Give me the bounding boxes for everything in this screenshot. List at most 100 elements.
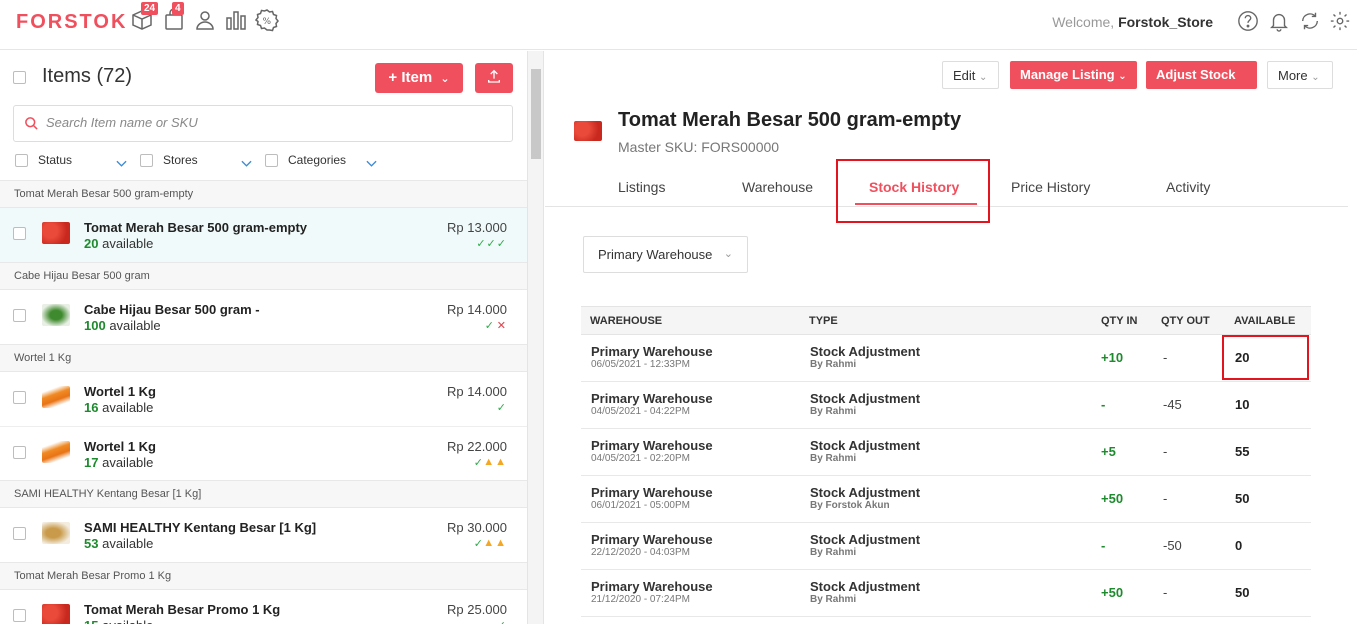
row-qty-in: +50 bbox=[1101, 491, 1124, 506]
item-name[interactable]: Wortel 1 Kg bbox=[84, 439, 156, 454]
row-qty-in: +10 bbox=[1101, 350, 1124, 365]
gear-icon[interactable] bbox=[1329, 10, 1351, 32]
upload-icon bbox=[488, 69, 500, 83]
row-qty-in: +5 bbox=[1101, 444, 1116, 459]
status-filter[interactable]: Status bbox=[38, 153, 72, 167]
chart-icon[interactable] bbox=[224, 8, 250, 34]
stores-filter-checkbox[interactable] bbox=[140, 154, 153, 167]
table-row: Primary Warehouse 04/05/2021 - 04:22PM S… bbox=[581, 382, 1311, 429]
item-name[interactable]: SAMI HEALTHY Kentang Besar [1 Kg] bbox=[84, 520, 316, 535]
item-checkbox[interactable] bbox=[13, 527, 26, 540]
group-header: Tomat Merah Besar 500 gram-empty bbox=[0, 180, 527, 208]
help-icon[interactable] bbox=[1237, 10, 1259, 32]
group-header: SAMI HEALTHY Kentang Besar [1 Kg] bbox=[0, 480, 527, 508]
chevron-down-icon[interactable] bbox=[241, 155, 252, 173]
row-qty-out: - bbox=[1163, 585, 1168, 600]
add-item-button[interactable]: + Item ⌄ bbox=[375, 63, 463, 93]
item-price: Rp 22.000 bbox=[447, 439, 507, 454]
list-item[interactable]: Tomat Merah Besar Promo 1 Kg 15 availabl… bbox=[0, 590, 527, 624]
list-item[interactable]: SAMI HEALTHY Kentang Besar [1 Kg] 53 ava… bbox=[0, 508, 527, 562]
item-checkbox[interactable] bbox=[13, 227, 26, 240]
categories-filter-checkbox[interactable] bbox=[265, 154, 278, 167]
col-type: TYPE bbox=[809, 315, 838, 327]
row-qty-out: - bbox=[1163, 491, 1168, 506]
row-available: 50 bbox=[1235, 491, 1250, 506]
item-name[interactable]: Wortel 1 Kg bbox=[84, 384, 156, 399]
manage-listing-button[interactable]: Manage Listing ⌄ bbox=[1010, 61, 1137, 89]
welcome-user[interactable]: Forstok_Store bbox=[1118, 14, 1213, 30]
sync-icon[interactable] bbox=[1299, 10, 1321, 32]
col-qty-out: QTY OUT bbox=[1161, 315, 1210, 327]
item-name[interactable]: Tomat Merah Besar Promo 1 Kg bbox=[84, 602, 280, 617]
item-checkbox[interactable] bbox=[13, 309, 26, 322]
bell-icon[interactable] bbox=[1268, 10, 1290, 32]
chevron-down-icon[interactable] bbox=[116, 155, 127, 173]
list-item[interactable]: Tomat Merah Besar 500 gram-empty 20 avai… bbox=[0, 208, 527, 262]
items-scrollbar[interactable] bbox=[528, 51, 544, 624]
highlight-box-available bbox=[1222, 335, 1309, 380]
item-price: Rp 30.000 bbox=[447, 520, 507, 535]
bag-icon[interactable]: 4 bbox=[162, 2, 188, 34]
welcome-prefix: Welcome, bbox=[1052, 14, 1115, 30]
row-qty-in: +50 bbox=[1101, 585, 1124, 600]
chevron-down-icon: ⌄ bbox=[1118, 71, 1127, 82]
item-price: Rp 14.000 bbox=[447, 302, 507, 317]
box-icon[interactable]: 24 bbox=[130, 2, 159, 34]
item-name[interactable]: Tomat Merah Besar 500 gram-empty bbox=[84, 220, 307, 235]
search-input[interactable] bbox=[46, 115, 486, 130]
item-name[interactable]: Cabe Hijau Besar 500 gram - bbox=[84, 302, 260, 317]
row-date: 22/12/2020 - 04:03PM bbox=[591, 547, 690, 558]
tab-warehouse[interactable]: Warehouse bbox=[742, 179, 813, 195]
warehouse-select[interactable]: Primary Warehouse ⌄ bbox=[583, 236, 748, 273]
row-warehouse: Primary Warehouse bbox=[591, 532, 713, 547]
select-all-checkbox[interactable] bbox=[13, 71, 26, 84]
table-row: Primary Warehouse 22/12/2020 - 04:03PM S… bbox=[581, 523, 1311, 570]
row-date: 04/05/2021 - 02:20PM bbox=[591, 453, 690, 464]
col-qty-in: QTY IN bbox=[1101, 315, 1138, 327]
row-type: Stock Adjustment bbox=[810, 485, 921, 500]
row-type: Stock Adjustment bbox=[810, 391, 921, 406]
edit-button[interactable]: Edit ⌄ bbox=[942, 61, 999, 89]
search-box bbox=[13, 105, 513, 142]
scrollbar-thumb[interactable] bbox=[531, 69, 541, 159]
status-filter-checkbox[interactable] bbox=[15, 154, 28, 167]
item-availability: 20 available bbox=[84, 236, 154, 251]
list-item[interactable]: Wortel 1 Kg 16 available Rp 14.000 ✓ bbox=[0, 372, 527, 426]
bag-badge: 4 bbox=[172, 2, 184, 15]
col-warehouse: WAREHOUSE bbox=[590, 315, 663, 327]
list-item[interactable]: Wortel 1 Kg 17 available Rp 22.000 ✓ ▲▲ bbox=[0, 426, 527, 480]
row-by: By Rahmi bbox=[810, 406, 857, 417]
status-check-icon: ✓✓✓ bbox=[476, 238, 507, 250]
item-checkbox[interactable] bbox=[13, 609, 26, 622]
row-warehouse: Primary Warehouse bbox=[591, 579, 713, 594]
chevron-down-icon[interactable] bbox=[366, 155, 377, 173]
table-row: Primary Warehouse 04/05/2021 - 02:20PM S… bbox=[581, 429, 1311, 476]
warning-icon: ▲▲ bbox=[483, 537, 507, 549]
item-price: Rp 14.000 bbox=[447, 384, 507, 399]
row-qty-out: -45 bbox=[1163, 397, 1182, 412]
table-row: Primary Warehouse 06/05/2021 - 12:33PM S… bbox=[581, 335, 1311, 382]
categories-filter[interactable]: Categories bbox=[288, 153, 346, 167]
row-qty-out: - bbox=[1163, 444, 1168, 459]
promo-icon[interactable]: % bbox=[254, 8, 281, 34]
row-qty-in: - bbox=[1101, 397, 1106, 412]
product-image bbox=[574, 121, 602, 141]
forstok-logo[interactable]: FORSTOK bbox=[16, 11, 127, 34]
more-button[interactable]: More ⌄ bbox=[1267, 61, 1333, 89]
status-check-icon: ✓ bbox=[496, 402, 507, 414]
welcome-text: Welcome, Forstok_Store bbox=[1052, 14, 1213, 30]
item-checkbox[interactable] bbox=[13, 391, 26, 404]
tab-activity[interactable]: Activity bbox=[1166, 179, 1210, 195]
item-availability: 16 available bbox=[84, 400, 154, 415]
item-checkbox[interactable] bbox=[13, 446, 26, 459]
product-thumbnail bbox=[42, 386, 70, 408]
export-button[interactable] bbox=[475, 63, 513, 93]
adjust-stock-button[interactable]: Adjust Stock ⌄ bbox=[1146, 61, 1257, 97]
row-type: Stock Adjustment bbox=[810, 532, 921, 547]
stores-filter[interactable]: Stores bbox=[163, 153, 198, 167]
tab-listings[interactable]: Listings bbox=[618, 179, 665, 195]
add-item-label: + Item bbox=[388, 69, 433, 86]
list-item[interactable]: Cabe Hijau Besar 500 gram - 100 availabl… bbox=[0, 290, 527, 344]
user-icon[interactable] bbox=[193, 8, 219, 34]
tab-price-history[interactable]: Price History bbox=[1011, 179, 1090, 195]
